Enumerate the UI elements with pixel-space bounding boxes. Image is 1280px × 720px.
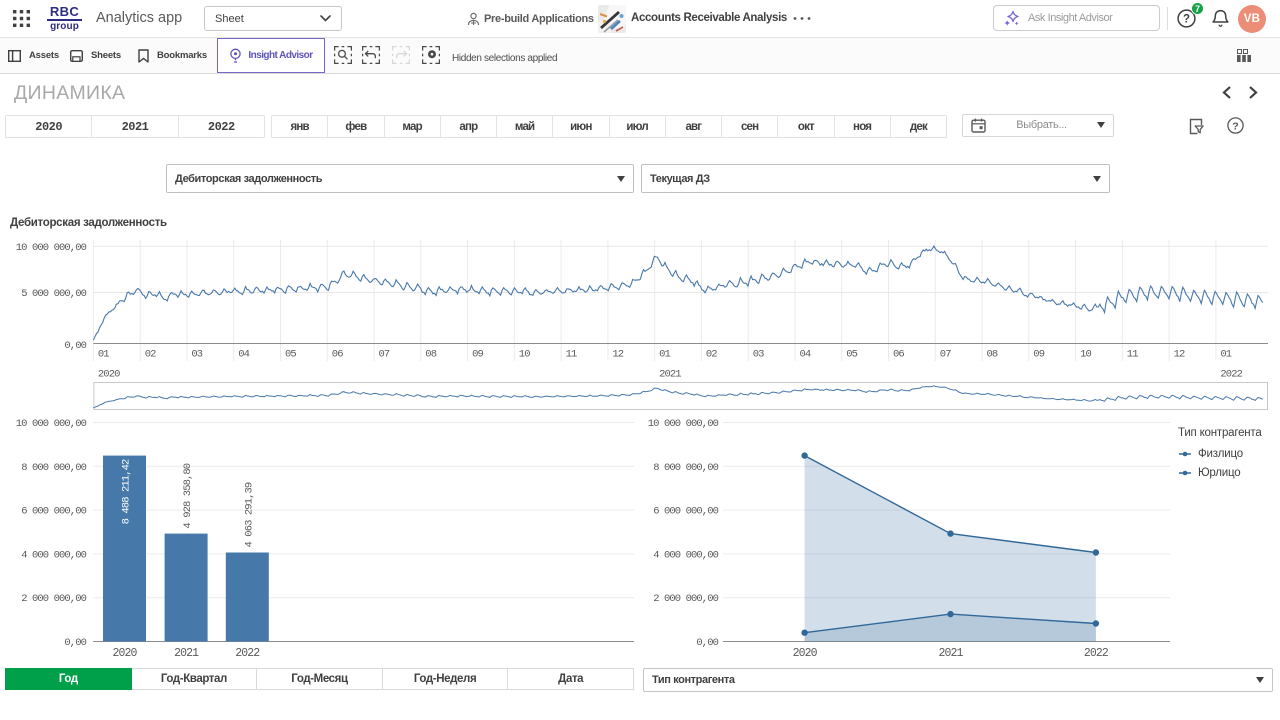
svg-text:02: 02	[145, 349, 156, 361]
svg-text:2 000 000,00: 2 000 000,00	[21, 593, 86, 605]
svg-text:6 000 000,00: 6 000 000,00	[21, 506, 86, 518]
svg-text:8 000 000,00: 8 000 000,00	[21, 462, 86, 474]
svg-text:03: 03	[753, 349, 764, 361]
svg-text:01: 01	[98, 349, 109, 361]
svg-text:5 000 000,00: 5 000 000,00	[21, 288, 86, 300]
svg-text:07: 07	[379, 349, 390, 361]
svg-text:0,00: 0,00	[64, 340, 86, 352]
svg-text:4 063 291,39: 4 063 291,39	[243, 482, 255, 547]
svg-text:?: ?	[1232, 120, 1238, 132]
svg-text:11: 11	[566, 349, 577, 361]
svg-text:2021: 2021	[938, 647, 963, 660]
svg-text:2020: 2020	[98, 369, 120, 381]
svg-text:10 000 000,00: 10 000 000,00	[16, 418, 87, 430]
svg-text:10: 10	[1080, 349, 1091, 361]
svg-text:04: 04	[238, 349, 249, 361]
svg-text:2022: 2022	[235, 647, 260, 660]
svg-text:?: ?	[1183, 14, 1190, 26]
svg-text:03: 03	[191, 349, 202, 361]
svg-text:0,00: 0,00	[64, 637, 86, 649]
svg-text:11: 11	[1127, 349, 1138, 361]
svg-text:4 000 000,00: 4 000 000,00	[653, 549, 718, 561]
svg-text:8 488 211,42: 8 488 211,42	[121, 459, 133, 524]
svg-text:01: 01	[659, 349, 670, 361]
svg-text:8 000 000,00: 8 000 000,00	[653, 462, 718, 474]
svg-text:08: 08	[425, 349, 436, 361]
svg-text:2022: 2022	[1084, 647, 1109, 660]
svg-text:09: 09	[472, 349, 483, 361]
svg-text:12: 12	[612, 349, 623, 361]
svg-text:2021: 2021	[174, 647, 199, 660]
svg-text:2020: 2020	[112, 647, 137, 660]
svg-text:10: 10	[519, 349, 530, 361]
svg-text:12: 12	[1174, 349, 1185, 361]
svg-text:05: 05	[285, 349, 296, 361]
svg-text:02: 02	[706, 349, 717, 361]
svg-text:08: 08	[987, 349, 998, 361]
svg-text:4 000 000,00: 4 000 000,00	[21, 549, 86, 561]
svg-text:01: 01	[1220, 349, 1231, 361]
svg-text:0,00: 0,00	[696, 637, 718, 649]
svg-text:04: 04	[800, 349, 811, 361]
svg-text:05: 05	[846, 349, 857, 361]
svg-text:06: 06	[332, 349, 343, 361]
svg-text:6 000 000,00: 6 000 000,00	[653, 506, 718, 518]
svg-text:2021: 2021	[659, 369, 681, 381]
svg-text:2020: 2020	[793, 647, 818, 660]
svg-text:10 000 000,00: 10 000 000,00	[16, 242, 87, 254]
svg-text:07: 07	[940, 349, 951, 361]
svg-text:06: 06	[893, 349, 904, 361]
svg-text:09: 09	[1033, 349, 1044, 361]
svg-text:2022: 2022	[1220, 369, 1242, 381]
svg-text:2 000 000,00: 2 000 000,00	[653, 593, 718, 605]
svg-text:4 928 358,80: 4 928 358,80	[182, 463, 194, 528]
svg-text:10 000 000,00: 10 000 000,00	[648, 418, 719, 430]
